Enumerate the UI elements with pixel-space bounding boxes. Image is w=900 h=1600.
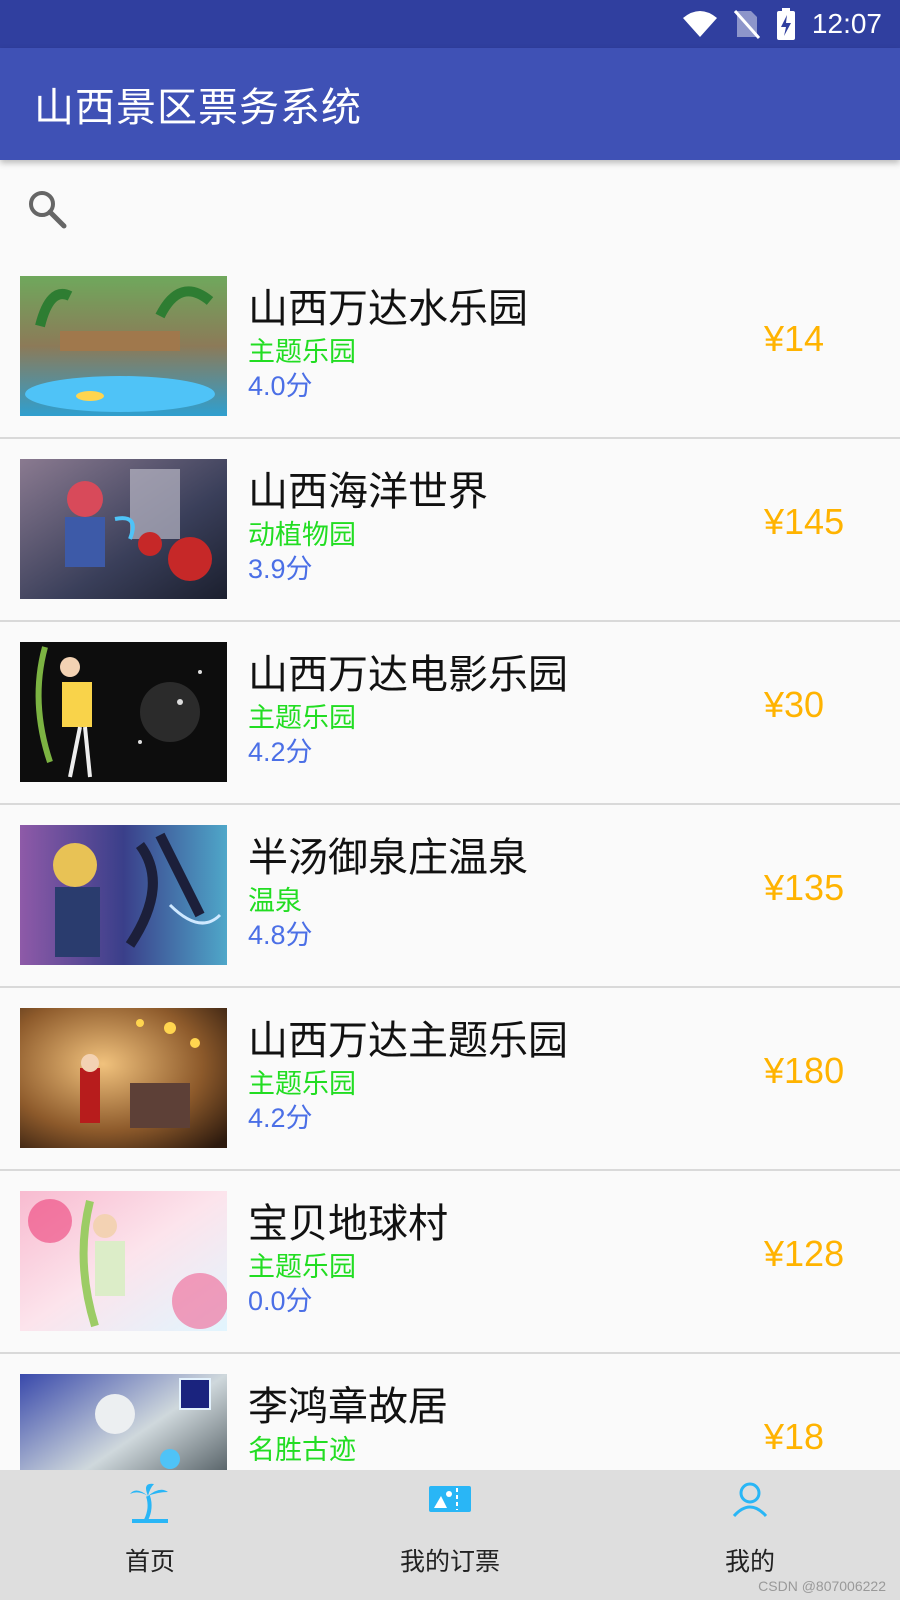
nav-label: 首页 <box>124 1547 175 1576</box>
scenic-spot-photo <box>20 825 227 965</box>
status-bar: 12:07 <box>0 0 900 48</box>
person-icon[interactable] <box>730 1480 770 1524</box>
scenic-spot-score: 4.2分 <box>248 737 313 767</box>
wifi-icon <box>682 10 718 38</box>
app-bar: 山西景区票务系统 <box>0 48 900 160</box>
search-bar[interactable] <box>0 170 900 248</box>
app-title: 山西景区票务系统 <box>34 85 362 131</box>
scenic-spot-price: ¥145 <box>764 501 845 542</box>
list-item[interactable]: 宝贝地球村 主题乐园 0.0分 ¥128 <box>0 1171 900 1354</box>
scenic-spot-score: 4.2分 <box>248 1103 313 1133</box>
search-icon[interactable] <box>26 188 70 236</box>
scenic-spot-name: 宝贝地球村 <box>248 1201 448 1247</box>
scenic-spot-name: 半汤御泉庄温泉 <box>248 835 528 881</box>
list-item[interactable]: 半汤御泉庄温泉 温泉 4.8分 ¥135 <box>0 805 900 988</box>
scenic-spot-price: ¥14 <box>764 318 825 359</box>
list-item[interactable]: 山西万达水乐园 主题乐园 4.0分 ¥14 <box>0 256 900 439</box>
scenic-spot-category: 名胜古迹 <box>248 1435 356 1466</box>
list-item[interactable]: 山西海洋世界 动植物园 3.9分 ¥145 <box>0 439 900 622</box>
scenic-spot-photo <box>20 642 227 782</box>
scenic-spot-name: 李鸿章故居 <box>248 1384 448 1430</box>
no-sim-icon <box>733 9 760 39</box>
scenic-spot-price: ¥180 <box>764 1050 845 1091</box>
list-item[interactable]: 山西万达主题乐园 主题乐园 4.2分 ¥180 <box>0 988 900 1171</box>
nav-item-my-tickets[interactable]: 我的订票 <box>300 1470 600 1600</box>
scenic-spot-price: ¥128 <box>764 1233 845 1274</box>
scenic-spot-photo <box>20 276 227 416</box>
bottom-navigation: 首页 我的订票 我的 CSDN @807006222 <box>0 1470 900 1600</box>
palm-tree-icon[interactable] <box>128 1480 172 1528</box>
list-item[interactable]: 山西万达电影乐园 主题乐园 4.2分 ¥30 <box>0 622 900 805</box>
scenic-spot-name: 山西万达水乐园 <box>248 286 528 332</box>
nav-item-home[interactable]: 首页 <box>0 1470 300 1600</box>
scenic-spot-score: 0.0分 <box>248 1286 313 1316</box>
scenic-spot-photo <box>20 1008 227 1148</box>
scenic-spot-price: ¥30 <box>764 684 825 725</box>
scenic-spot-photo <box>20 1191 228 1331</box>
scenic-spot-name: 山西万达主题乐园 <box>248 1018 568 1064</box>
watermark: CSDN @807006222 <box>758 1578 886 1594</box>
scenic-spot-score: 3.9分 <box>248 554 313 584</box>
scenic-spot-price: ¥135 <box>764 867 845 908</box>
scenic-spot-photo <box>20 459 227 599</box>
ticket-icon[interactable] <box>427 1480 473 1524</box>
scenic-spot-score: 4.0分 <box>248 371 313 401</box>
scenic-spot-list: 山西万达水乐园 主题乐园 4.0分 ¥14 山西海洋世界 动植物园 3.9分 ¥… <box>0 256 900 1537</box>
nav-label: 我的订票 <box>399 1547 500 1576</box>
scenic-spot-name: 山西万达电影乐园 <box>248 652 568 698</box>
scenic-spot-name: 山西海洋世界 <box>248 469 488 515</box>
nav-label: 我的 <box>724 1547 775 1576</box>
clock: 12:07 <box>811 8 882 39</box>
scenic-spot-score: 4.8分 <box>248 920 313 950</box>
battery-charging-icon <box>776 8 796 40</box>
scenic-spot-price: ¥18 <box>764 1416 825 1457</box>
